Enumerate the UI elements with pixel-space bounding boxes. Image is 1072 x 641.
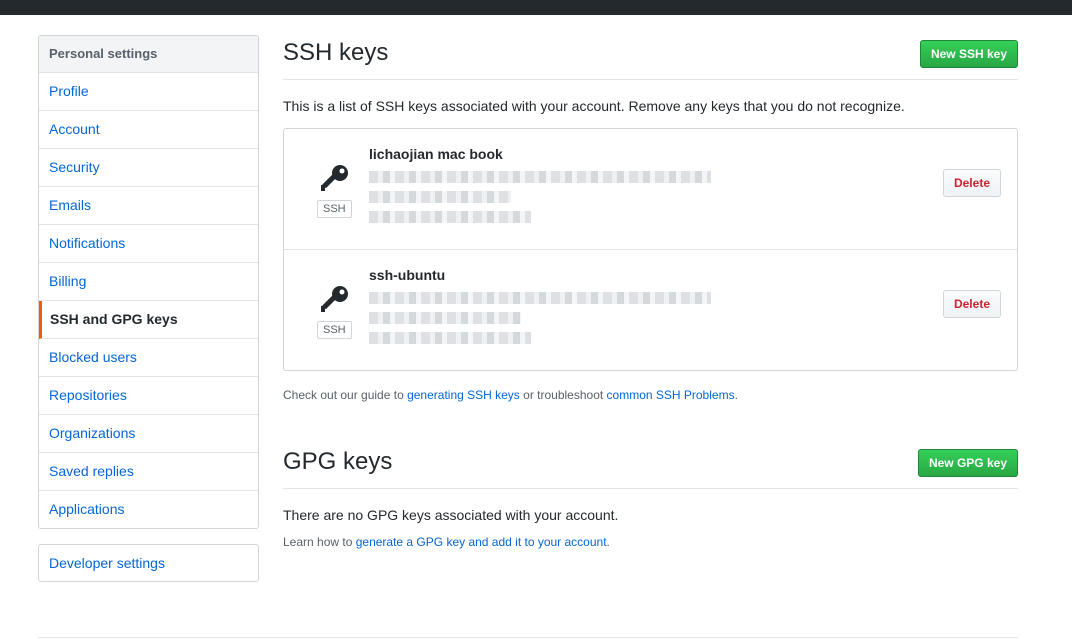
ssh-subhead: SSH keys New SSH key (283, 35, 1018, 80)
sidebar-item-profile[interactable]: Profile (39, 73, 258, 111)
sidebar-item-ssh-gpg-keys[interactable]: SSH and GPG keys (39, 301, 258, 339)
sidebar-item-developer-settings[interactable]: Developer settings (39, 545, 258, 581)
top-header-bar (0, 0, 1072, 15)
sidebar-item-organizations[interactable]: Organizations (39, 415, 258, 453)
ssh-badge: SSH (317, 321, 352, 339)
developer-settings-menu: Developer settings (38, 544, 259, 582)
sidebar-heading: Personal settings (39, 36, 258, 73)
learn-prefix: Learn how to (283, 535, 356, 549)
gpg-subhead: GPG keys New GPG key (283, 444, 1018, 489)
ssh-key-list: SSH lichaojian mac book Delete SSH ssh-u… (283, 128, 1018, 371)
settings-sidebar: Personal settings Profile Account Securi… (38, 35, 259, 529)
learn-suffix: . (606, 535, 610, 549)
sidebar-item-blocked-users[interactable]: Blocked users (39, 339, 258, 377)
redacted-added-date (369, 312, 521, 324)
footer-divider (38, 637, 1018, 638)
delete-ssh-key-button[interactable]: Delete (942, 169, 1001, 197)
redacted-last-used (369, 211, 531, 223)
sidebar-item-security[interactable]: Security (39, 149, 258, 187)
ssh-key-row: SSH lichaojian mac book Delete (284, 129, 1017, 250)
guide-suffix: . (734, 388, 738, 402)
new-ssh-key-button[interactable]: New SSH key (919, 40, 1018, 68)
gpg-learn-note: Learn how to generate a GPG key and add … (283, 535, 1018, 549)
redacted-added-date (369, 191, 511, 203)
sidebar-item-applications[interactable]: Applications (39, 491, 258, 528)
generate-gpg-key-link[interactable]: generate a GPG key and add it to your ac… (356, 535, 607, 549)
sidebar-item-billing[interactable]: Billing (39, 263, 258, 301)
gpg-empty-text: There are no GPG keys associated with yo… (283, 507, 619, 523)
key-icon (318, 283, 352, 317)
sidebar-item-notifications[interactable]: Notifications (39, 225, 258, 263)
ssh-guide-note: Check out our guide to generating SSH ke… (283, 388, 1018, 402)
common-ssh-problems-link[interactable]: common SSH Problems (607, 388, 735, 402)
redacted-fingerprint (369, 171, 711, 183)
ssh-key-row: SSH ssh-ubuntu Delete (284, 250, 1017, 370)
guide-middle: or troubleshoot (519, 388, 607, 402)
redacted-last-used (369, 332, 531, 344)
redacted-fingerprint (369, 292, 711, 304)
sidebar-item-account[interactable]: Account (39, 111, 258, 149)
new-gpg-key-button[interactable]: New GPG key (917, 449, 1018, 477)
sidebar-item-repositories[interactable]: Repositories (39, 377, 258, 415)
guide-prefix: Check out our guide to (283, 388, 408, 402)
sidebar-item-saved-replies[interactable]: Saved replies (39, 453, 258, 491)
gpg-keys-section: GPG keys New GPG key There are no GPG ke… (283, 444, 1018, 561)
ssh-key-title: ssh-ubuntu (369, 267, 446, 283)
key-icon (318, 162, 352, 196)
ssh-key-title: lichaojian mac book (369, 146, 503, 162)
gpg-section-title: GPG keys (283, 448, 393, 475)
ssh-intro-text: This is a list of SSH keys associated wi… (283, 98, 905, 114)
sidebar-item-emails[interactable]: Emails (39, 187, 258, 225)
ssh-section-title: SSH keys (283, 39, 389, 66)
delete-ssh-key-button[interactable]: Delete (942, 290, 1001, 318)
ssh-keys-section: SSH keys New SSH key This is a list of S… (283, 35, 1018, 414)
ssh-badge: SSH (317, 200, 352, 218)
generating-ssh-keys-link[interactable]: generating SSH keys (407, 388, 520, 402)
